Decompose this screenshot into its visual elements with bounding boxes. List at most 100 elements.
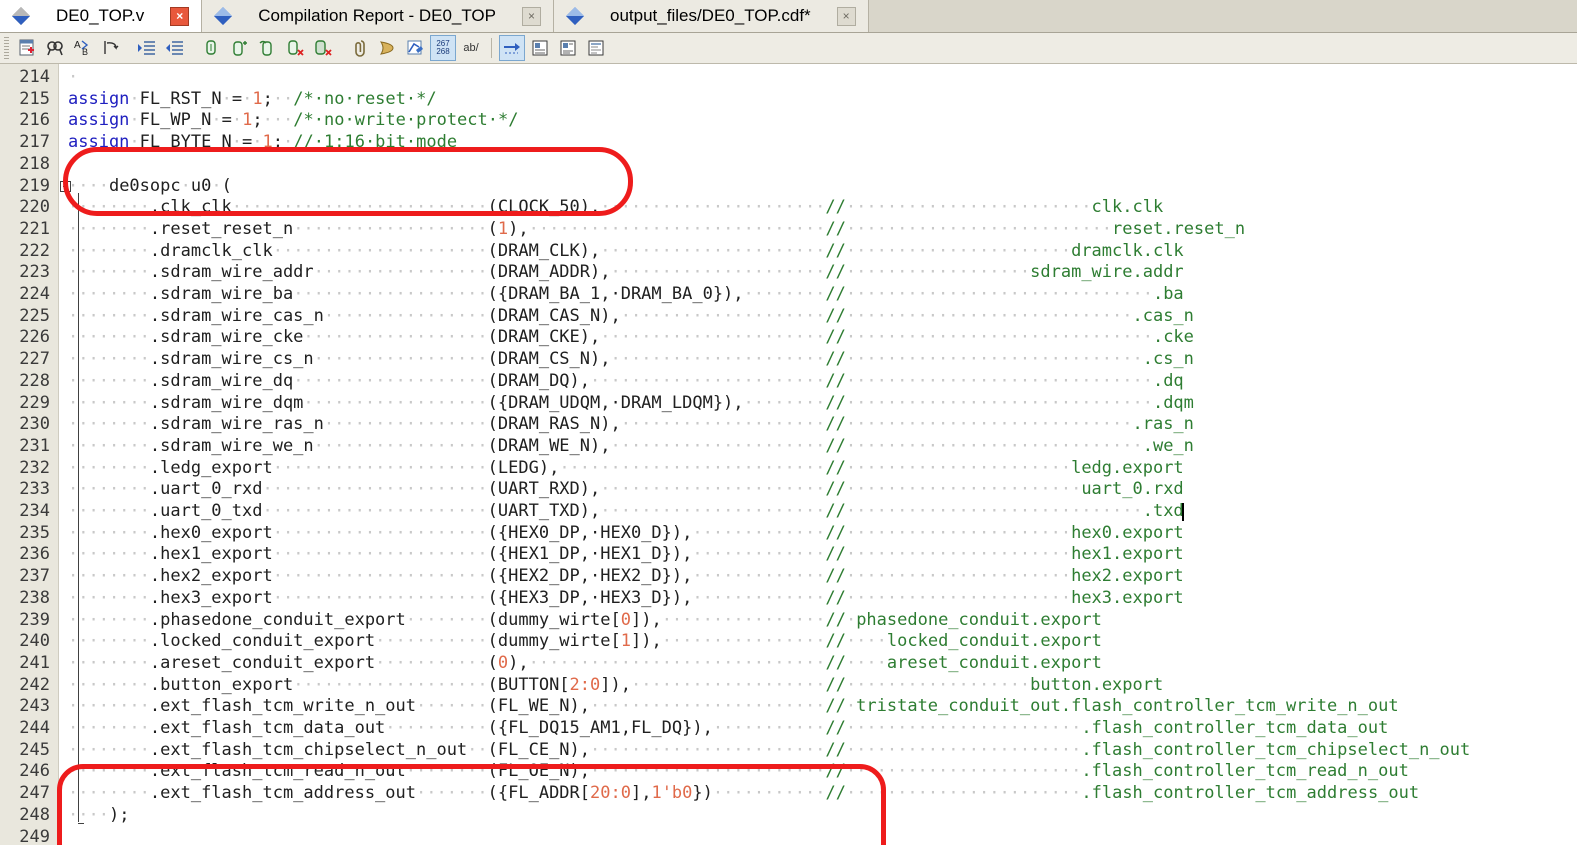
code-line[interactable]: ········.button_export··················… <box>68 675 1163 697</box>
whitespace-dot: ···· <box>68 176 109 196</box>
whitespace-dot: ········ <box>68 241 150 261</box>
whitespace-dot: ······················· <box>590 761 825 781</box>
code-comment: uart_0.rxd <box>1081 479 1183 499</box>
code-line[interactable]: ········.areset_conduit_export··········… <box>68 653 1102 675</box>
tab-close-button[interactable]: × <box>837 7 856 26</box>
code-identifier: (DRAM_CLK), <box>488 241 601 261</box>
code-identifier: .ext_flash_tcm_data_out <box>150 718 385 738</box>
line-number: 216 <box>0 110 50 132</box>
line-numbers-icon[interactable]: 267 268 <box>430 35 456 61</box>
whitespace-dot: ··· <box>263 110 294 130</box>
whitespace-dot: ········ <box>68 349 150 369</box>
line-number: 248 <box>0 805 50 827</box>
bookmark-icon[interactable] <box>346 35 372 61</box>
whitespace-dot: ··················· <box>293 371 487 391</box>
code-line[interactable]: ········.sdram_wire_cas_n···············… <box>68 306 1194 328</box>
code-line[interactable]: ········.hex0_export····················… <box>68 523 1184 545</box>
code-line[interactable]: · <box>68 67 78 89</box>
code-line[interactable]: ········.hex1_export····················… <box>68 544 1184 566</box>
code-line[interactable]: ········.dramclk_clk····················… <box>68 241 1184 263</box>
code-comment: // <box>825 284 845 304</box>
code-line[interactable]: ········.clk_clk························… <box>68 197 1163 219</box>
whitespace-dot: ········ <box>68 284 150 304</box>
code-comment: .ras_n <box>1132 414 1193 434</box>
collapse-all-icon[interactable] <box>583 35 609 61</box>
remove-comment-icon[interactable] <box>282 35 308 61</box>
code-line[interactable]: ····de0sopc·u0·( <box>68 176 232 198</box>
word-wrap-icon[interactable]: ab/ <box>458 35 484 61</box>
code-identifier: ({DRAM_BA_1,·DRAM_BA_0}), <box>488 284 744 304</box>
decrease-indent-icon[interactable] <box>162 35 188 61</box>
code-line[interactable]: ········.sdram_wire_cs_n················… <box>68 349 1194 371</box>
code-comment: .cke <box>1153 327 1194 347</box>
tab-close-button[interactable]: × <box>522 7 541 26</box>
code-line[interactable]: assign·FL_RST_N·=·1;··/*·no·reset·*/ <box>68 89 437 111</box>
line-number: 239 <box>0 610 50 632</box>
insert-template-icon[interactable] <box>14 35 40 61</box>
code-line[interactable]: ········.ext_flash_tcm_write_n_out······… <box>68 696 1399 718</box>
code-identifier: = <box>242 132 252 152</box>
code-identifier: .ext_flash_tcm_address_out <box>150 783 416 803</box>
code-line[interactable]: ········.sdram_wire_dq··················… <box>68 371 1184 393</box>
code-line[interactable]: ········.sdram_wire_ba··················… <box>68 284 1184 306</box>
code-line[interactable]: ········.uart_0_rxd·····················… <box>68 479 1184 501</box>
code-comment: /*·no·write·protect·*/ <box>293 110 518 130</box>
fold-toggle-219[interactable] <box>60 181 71 192</box>
code-identifier: (dummy_wirte[ <box>488 610 621 630</box>
whitespace-dot: ····················· <box>273 523 488 543</box>
find-icon[interactable] <box>42 35 68 61</box>
code-line[interactable]: ········.phasedone_conduit_export·······… <box>68 610 1102 632</box>
signal-tap-icon[interactable] <box>374 35 400 61</box>
code-comment: // <box>825 458 845 478</box>
code-line[interactable]: ········.sdram_wire_dqm·················… <box>68 393 1194 415</box>
code-comment: .dqm <box>1153 393 1194 413</box>
code-line[interactable]: ········.sdram_wire_cke·················… <box>68 327 1194 349</box>
code-line[interactable]: ········.hex2_export····················… <box>68 566 1184 588</box>
editor-toolbar: A B <box>0 33 1577 64</box>
code-identifier: (DRAM_ADDR), <box>488 262 611 282</box>
code-line[interactable]: ········.sdram_wire_addr················… <box>68 262 1184 284</box>
code-identifier: (LEDG), <box>488 458 560 478</box>
code-identifier: (FL_CE_N), <box>488 740 590 760</box>
code-line[interactable]: assign·FL_BYTE_N·=·1;·//·1:16·bit·mode <box>68 132 457 154</box>
show-whitespace-icon[interactable] <box>499 35 525 61</box>
code-folding-icon[interactable] <box>555 35 581 61</box>
code-line[interactable]: ········.locked_conduit_export··········… <box>68 631 1102 653</box>
tab-compilation-report[interactable]: Compilation Report - DE0_TOP × <box>202 0 554 32</box>
tab-de0-top-v[interactable]: DE0_TOP.v × <box>0 0 202 32</box>
tab-close-button[interactable]: × <box>170 7 189 26</box>
code-line[interactable]: ········.reset_reset_n··················… <box>68 219 1245 241</box>
code-text-area[interactable]: 214·215assign·FL_RST_N·=·1;··/*·no·reset… <box>0 64 1577 845</box>
code-comment: // <box>825 371 845 391</box>
code-line[interactable]: ········.ext_flash_tcm_read_n_out·······… <box>68 761 1409 783</box>
code-line[interactable]: ········.ext_flash_tcm_data_out·········… <box>68 718 1388 740</box>
code-identifier: ), <box>508 653 528 673</box>
code-identifier: ({DRAM_UDQM,·DRAM_LDQM}), <box>488 393 744 413</box>
toolbar-drag-handle[interactable] <box>4 37 9 59</box>
code-line[interactable]: ········.ext_flash_tcm_address_out······… <box>68 783 1419 805</box>
check-syntax-icon[interactable] <box>402 35 428 61</box>
whitespace-dot: ······················ <box>846 588 1071 608</box>
goto-line-icon[interactable] <box>98 35 124 61</box>
line-number: 224 <box>0 284 50 306</box>
code-identifier: (FL_WE_N), <box>488 696 590 716</box>
whitespace-dot: ······················· <box>846 783 1081 803</box>
code-line[interactable]: assign·FL_WP_N·=·1;···/*·no·write·protec… <box>68 110 518 132</box>
uncomment-icon[interactable] <box>226 35 252 61</box>
find-replace-icon[interactable]: A B <box>70 35 96 61</box>
toggle-comment-icon[interactable] <box>254 35 280 61</box>
code-editor[interactable]: 214·215assign·FL_RST_N·=·1;··/*·no·reset… <box>0 64 1577 845</box>
code-line[interactable]: ········.ext_flash_tcm_chipselect_n_out·… <box>68 740 1470 762</box>
code-line[interactable]: ········.sdram_wire_ras_n···············… <box>68 414 1194 436</box>
clear-all-comments-icon[interactable] <box>310 35 336 61</box>
comment-icon[interactable] <box>198 35 224 61</box>
increase-indent-icon[interactable] <box>134 35 160 61</box>
indent-guides-icon[interactable] <box>527 35 553 61</box>
tab-output-files-cdf[interactable]: output_files/DE0_TOP.cdf* × <box>554 0 869 32</box>
code-line[interactable]: ········.uart_0_txd·····················… <box>68 501 1184 523</box>
line-number: 244 <box>0 718 50 740</box>
code-line[interactable]: ········.ledg_export····················… <box>68 458 1184 480</box>
code-line[interactable]: ········.sdram_wire_we_n················… <box>68 436 1194 458</box>
code-line[interactable]: ········.hex3_export····················… <box>68 588 1184 610</box>
whitespace-dot: ················· <box>314 436 488 456</box>
